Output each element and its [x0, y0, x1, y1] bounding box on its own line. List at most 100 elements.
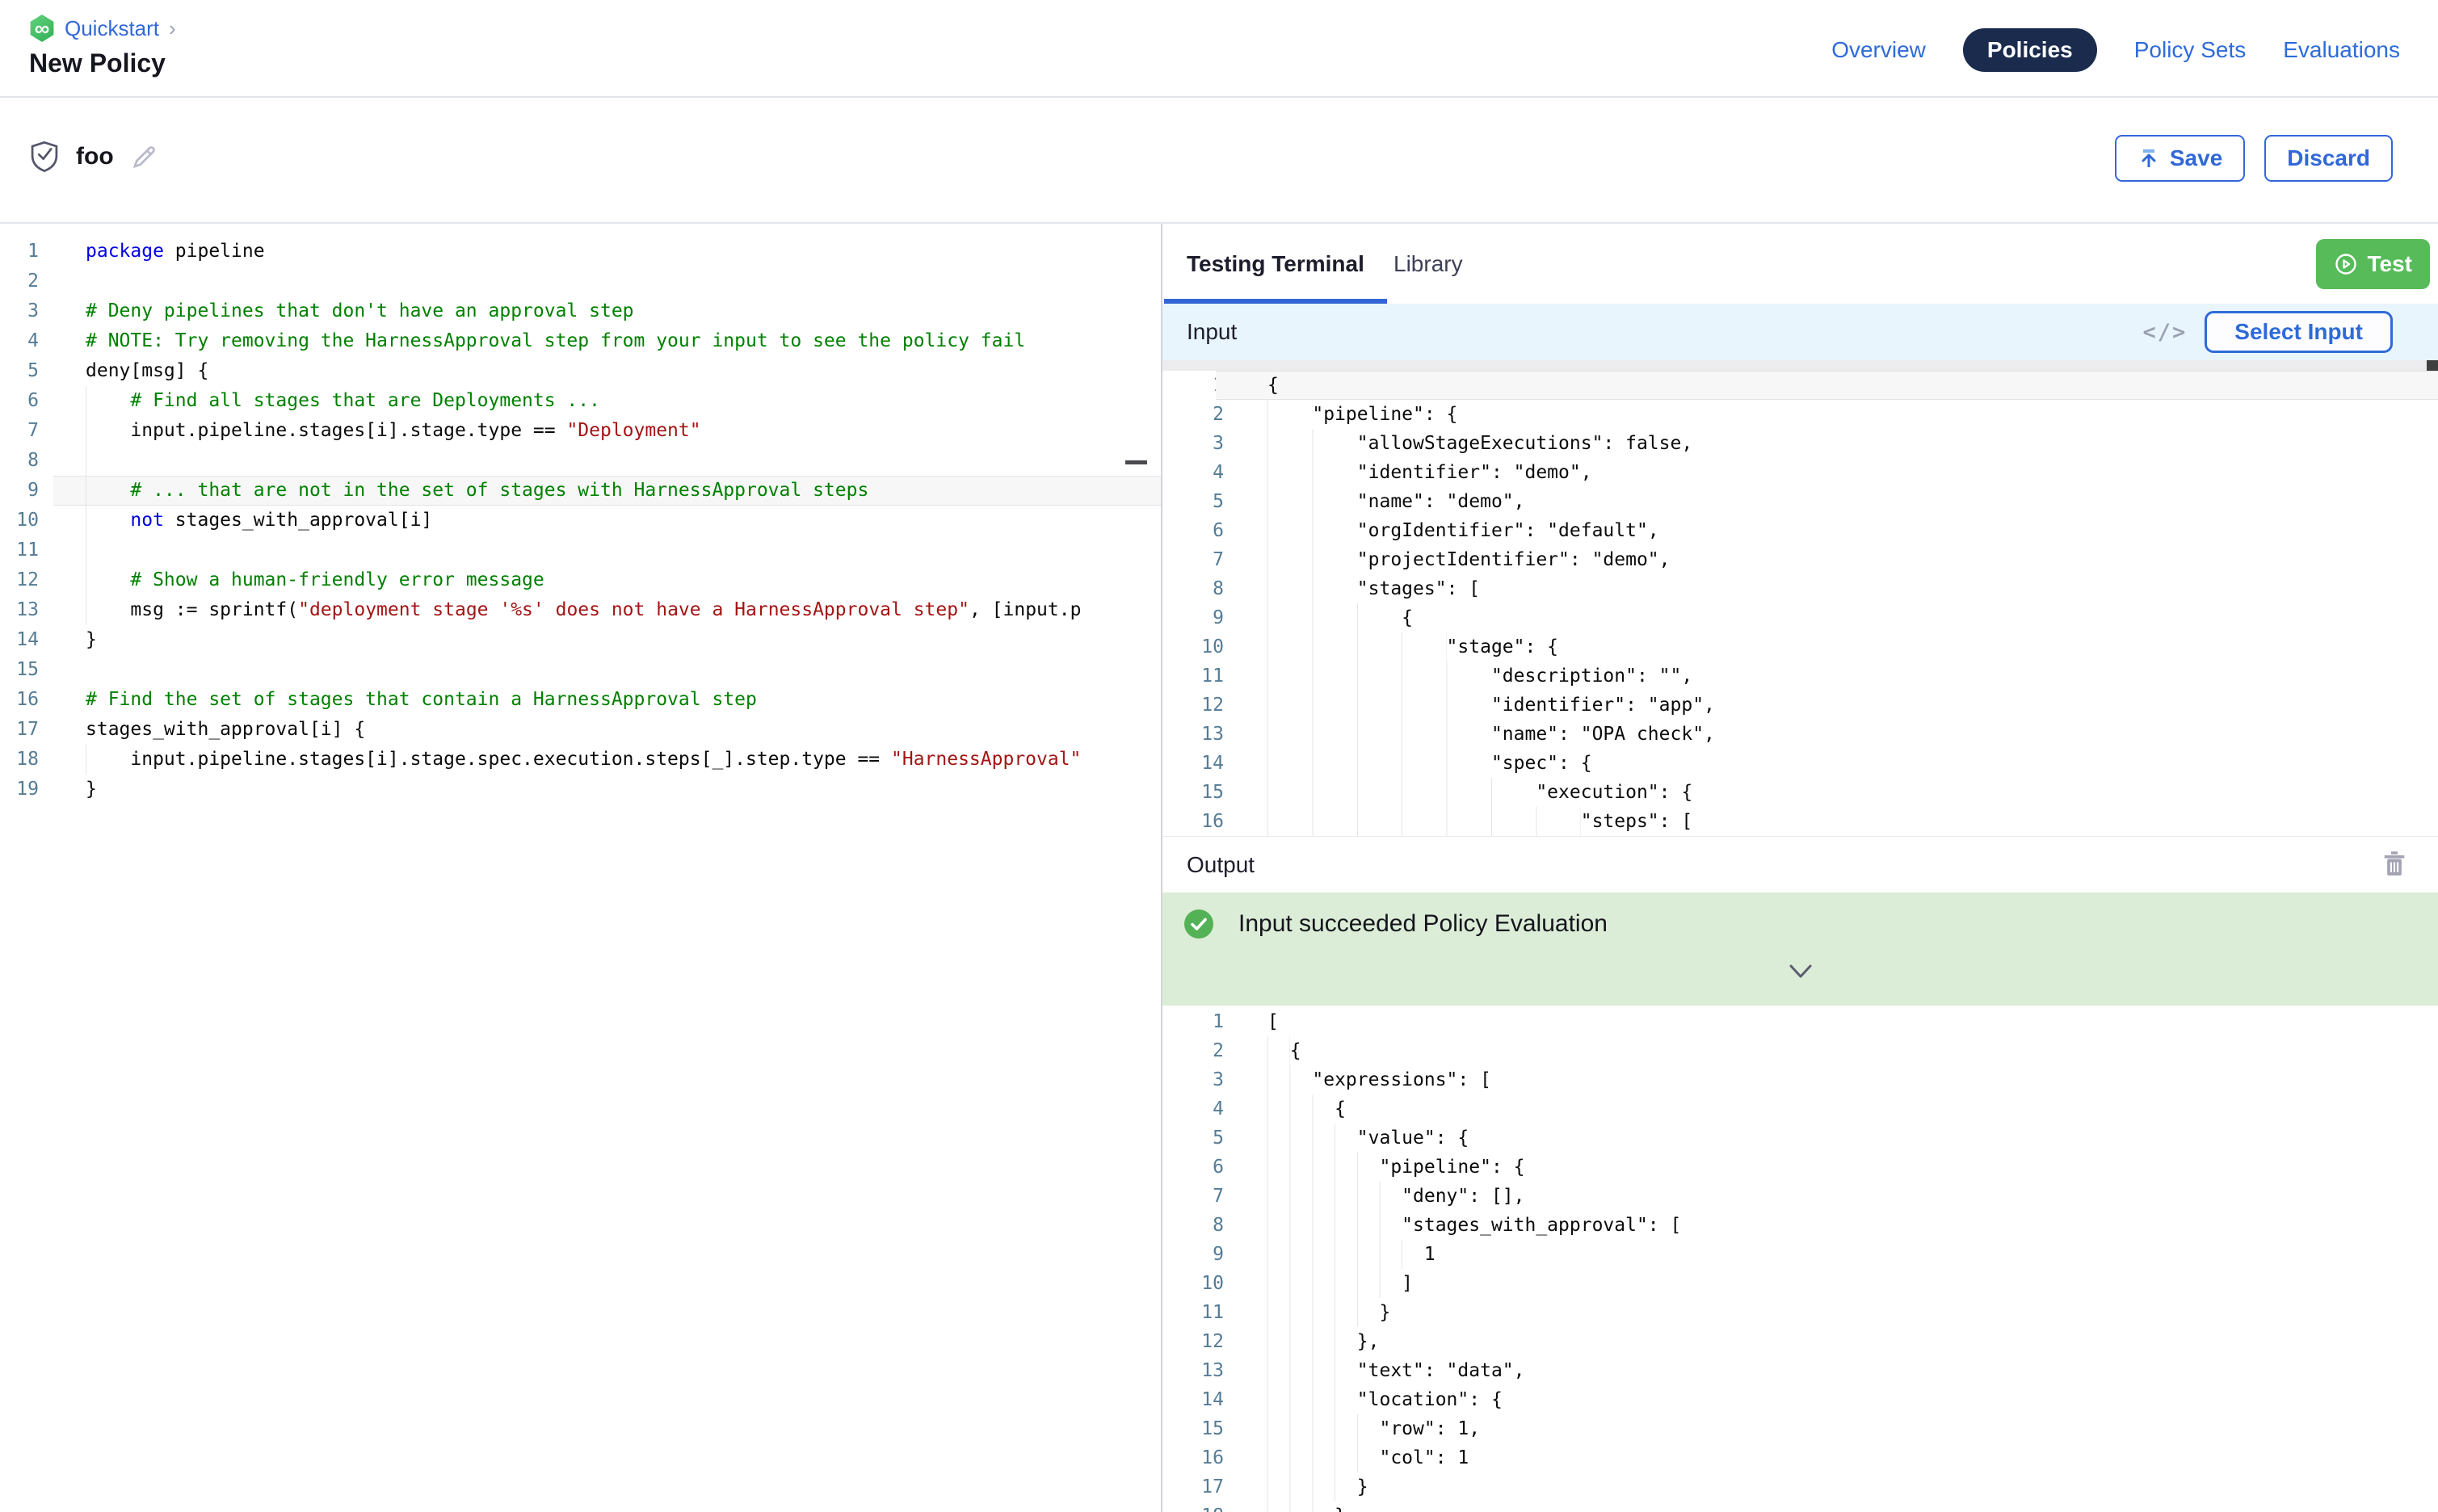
line-number: 6	[1162, 1153, 1224, 1182]
line-number: 15	[1162, 778, 1224, 807]
line-number: 8	[1162, 1211, 1224, 1240]
line-number: 14	[0, 625, 39, 655]
code-line: 8	[0, 446, 1161, 476]
save-button-label: Save	[2170, 145, 2222, 171]
line-number: 4	[1162, 458, 1224, 487]
code-line: 6 "orgIdentifier": "default",	[1162, 516, 2438, 545]
code-line: 7 input.pipeline.stages[i].stage.type ==…	[0, 416, 1161, 446]
line-number: 5	[0, 356, 39, 386]
chevron-down-icon[interactable]	[1786, 962, 1815, 981]
line-number: 2	[1162, 400, 1224, 429]
chevron-right-icon: ›	[169, 16, 176, 41]
page-header: ∞ Quickstart › New Policy Overview Polic…	[0, 0, 2438, 98]
code-line: 6 # Find all stages that are Deployments…	[0, 386, 1161, 416]
line-number: 4	[1162, 1094, 1224, 1124]
evaluation-success-banner: Input succeeded Policy Evaluation	[1162, 892, 2438, 1006]
code-line: 1[	[1162, 1007, 2438, 1036]
line-number: 3	[1162, 429, 1224, 458]
line-number: 11	[0, 536, 39, 565]
line-number: 11	[1162, 1298, 1224, 1327]
line-number: 14	[1162, 1385, 1224, 1414]
code-line: 16 "steps": [	[1162, 807, 2438, 836]
success-check-icon	[1183, 909, 1214, 939]
output-json-editor[interactable]: 1[2 {3 "expressions": [4 {5 "value": {6 …	[1162, 1006, 2438, 1512]
page-title: New Policy	[29, 48, 166, 78]
breadcrumb-link-quickstart[interactable]: Quickstart	[65, 16, 159, 41]
tab-testing-terminal[interactable]: Testing Terminal	[1175, 224, 1376, 304]
code-line: 3# Deny pipelines that don't have an app…	[0, 296, 1161, 326]
line-number: 10	[1162, 1269, 1224, 1298]
tab-library[interactable]: Library	[1393, 224, 1463, 304]
upload-arrow-icon	[2137, 147, 2160, 170]
code-line: 9 # ... that are not in the set of stage…	[0, 476, 1161, 506]
tab-policy-sets[interactable]: Policy Sets	[2134, 37, 2247, 63]
tab-policies[interactable]: Policies	[1963, 28, 2097, 72]
select-input-button[interactable]: Select Input	[2205, 311, 2393, 353]
code-line: 11	[0, 536, 1161, 565]
code-line: 8 "stages": [	[1162, 574, 2438, 603]
code-line: 18 input.pipeline.stages[i].stage.spec.e…	[0, 745, 1161, 775]
code-line: 12 },	[1162, 1327, 2438, 1356]
trash-icon[interactable]	[2382, 851, 2406, 879]
line-number: 6	[0, 386, 39, 416]
line-number: 16	[0, 685, 39, 715]
line-number: 10	[0, 506, 39, 536]
edit-pencil-icon[interactable]	[130, 142, 159, 171]
indent-guides	[86, 446, 130, 476]
play-circle-icon	[2334, 252, 2358, 276]
code-line: 2 {	[1162, 1036, 2438, 1065]
line-number: 12	[0, 565, 39, 595]
code-line: 3 "expressions": [	[1162, 1065, 2438, 1094]
line-number: 3	[0, 296, 39, 326]
tab-evaluations[interactable]: Evaluations	[2283, 37, 2400, 63]
discard-button-label: Discard	[2287, 145, 2370, 171]
evaluation-status-text: Input succeeded Policy Evaluation	[1238, 910, 1608, 938]
nav-tabs: Overview Policies Policy Sets Evaluation…	[1831, 26, 2400, 74]
line-number: 13	[0, 595, 39, 625]
scrollbar-thumb[interactable]	[2427, 360, 2438, 371]
code-line: 4# NOTE: Try removing the HarnessApprova…	[0, 326, 1161, 356]
input-title: Input	[1187, 319, 1237, 345]
breadcrumb: ∞ Quickstart ›	[29, 15, 176, 42]
code-line: 13 msg := sprintf("deployment stage '%s'…	[0, 595, 1161, 625]
line-number: 10	[1162, 632, 1224, 662]
discard-button[interactable]: Discard	[2264, 135, 2393, 182]
tab-overview[interactable]: Overview	[1831, 37, 1926, 63]
line-number: 5	[1162, 487, 1224, 516]
current-line-highlight	[1216, 371, 2438, 400]
line-number: 14	[1162, 749, 1224, 778]
input-json-editor[interactable]: 1{2 "pipeline": {3 "allowStageExecutions…	[1162, 360, 2438, 836]
code-line: 1package pipeline	[0, 237, 1161, 267]
line-number: 8	[0, 446, 39, 476]
line-number: 11	[1162, 662, 1224, 691]
code-line: 10 "stage": {	[1162, 632, 2438, 662]
code-line: 15 "row": 1,	[1162, 1414, 2438, 1443]
save-button[interactable]: Save	[2115, 135, 2245, 182]
line-number: 7	[1162, 1182, 1224, 1211]
editor-overview-dash	[1125, 460, 1147, 464]
policy-editor-page: ∞ Quickstart › New Policy Overview Polic…	[0, 0, 2438, 1512]
horizontal-scrollbar[interactable]	[1162, 360, 2438, 371]
code-line: 13 "name": "OPA check",	[1162, 720, 2438, 749]
test-button[interactable]: Test	[2316, 239, 2431, 289]
code-line: 17 }	[1162, 1472, 2438, 1502]
line-number: 5	[1162, 1124, 1224, 1153]
rego-code-editor[interactable]: 1package pipeline23# Deny pipelines that…	[0, 224, 1161, 1512]
line-number: 9	[1162, 603, 1224, 632]
shield-check-icon	[29, 140, 60, 174]
code-brackets-icon[interactable]: </>	[2143, 320, 2188, 345]
code-line: 1{	[1162, 371, 2438, 400]
code-line: 13 "text": "data",	[1162, 1356, 2438, 1385]
code-line: 10 ]	[1162, 1269, 2438, 1298]
code-line: 18 }	[1162, 1502, 2438, 1512]
line-number: 2	[1162, 1036, 1224, 1065]
line-number: 15	[1162, 1414, 1224, 1443]
code-line: 10 not stages_with_approval[i]	[0, 506, 1161, 536]
code-line: 2 "pipeline": {	[1162, 400, 2438, 429]
code-line: 7 "deny": [],	[1162, 1182, 2438, 1211]
code-line: 8 "stages_with_approval": [	[1162, 1211, 2438, 1240]
code-line: 15 "execution": {	[1162, 778, 2438, 807]
line-number: 3	[1162, 1065, 1224, 1094]
code-line: 2	[0, 267, 1161, 296]
line-number: 16	[1162, 807, 1224, 836]
